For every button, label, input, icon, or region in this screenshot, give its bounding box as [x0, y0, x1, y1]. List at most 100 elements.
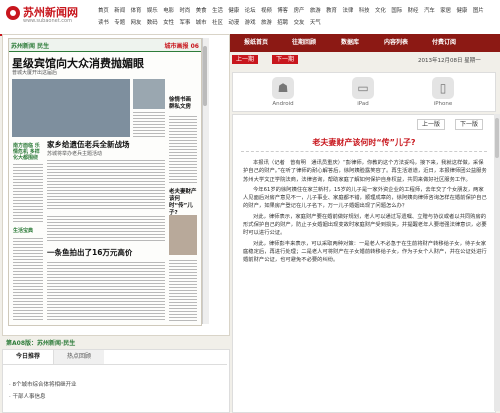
list-item[interactable]: · 干部人事信息	[9, 392, 46, 400]
nav-link[interactable]: 财经	[408, 7, 419, 15]
nav-link[interactable]: 汽车	[424, 7, 435, 15]
article-paragraph: 对此，律师彭丰来表示，可以采取两种对策：一是老人不必急于在生前将财产转移给子女，…	[243, 240, 487, 264]
article-title: 老夫妻财产该何时“传”儿子?	[312, 138, 416, 147]
paper-headline-two[interactable]: 家乡给遗伍老兵全新战场	[47, 139, 130, 150]
tab-paid-subscription[interactable]: 付费订阅	[422, 34, 466, 52]
nav-link[interactable]: 时尚	[179, 7, 190, 15]
list-item[interactable]: · 8个城市综合体将相继开业	[9, 380, 77, 388]
paper-headline-three[interactable]: 一条鱼拍出了16万元高价	[47, 247, 132, 258]
paper-headline-center[interactable]: 老夫妻财产该何时“传”儿子?	[169, 189, 197, 217]
next-page-button[interactable]: 下一版	[455, 119, 484, 130]
tab-divider	[3, 364, 227, 365]
paper-subhead: 普城大厦开出这届后	[12, 70, 58, 76]
app-ipad[interactable]: ▭ iPad	[333, 77, 393, 107]
tab-hot-review[interactable]: 热点回顾	[54, 350, 104, 364]
nav-link[interactable]: 生活	[212, 7, 223, 15]
article-paragraph: 今年61岁的徐阿姨住在家兰新村，15岁的儿子是一家外资企业的工程师，去年交了个女…	[243, 186, 487, 210]
nav-link[interactable]: 图片	[473, 7, 484, 15]
iphone-icon: ▯	[432, 77, 454, 99]
nav-link[interactable]: 国际	[391, 7, 402, 15]
page-caption-text: 第A08版：苏州新闻·民生	[6, 340, 76, 347]
tab-content-list[interactable]: 内容列表	[374, 34, 418, 52]
nav-link[interactable]: 健康	[228, 7, 239, 15]
nav-link[interactable]: 城市	[196, 19, 207, 27]
recommend-panel: 今日推荐 热点回顾 · 8个城市综合体将相继开业 · 干部人事信息	[2, 349, 230, 413]
nav-link[interactable]: 旅游	[261, 19, 272, 27]
nav-link[interactable]: 天气	[310, 19, 321, 27]
paper-left-column-head[interactable]: 南方面临 乐情危机 多样化大都围绕	[13, 143, 43, 161]
article-body: 本报讯（记者 曾有明 通讯员重庆）“彭律师，你教的这个方法妥吗，接下来，我就这样…	[243, 159, 487, 411]
nav-link[interactable]: 法律	[342, 7, 353, 15]
paper-headline-right[interactable]: 徐情书画 群私文房	[169, 97, 197, 111]
top-navigation: 首页 新闻 体育 娱乐 电影 时尚 美食 生活 健康 论坛 视频 博客 房产 旅游 教育 法律 科技 文化 国际 财经…	[98, 7, 498, 27]
tab-newspaper-home[interactable]: 报纸首页	[234, 34, 278, 52]
prev-page-button[interactable]: 上一版	[417, 119, 446, 130]
nav-link[interactable]: 健康	[457, 7, 468, 15]
article-paragraph: 对此，律师表示，家庭财产要在婚前做好规划，老人可以通过写遗嘱、立赠与协议或者以共…	[243, 213, 487, 237]
nav-link[interactable]: 新闻	[114, 7, 125, 15]
paper-text-block	[169, 259, 197, 321]
paper-text-block	[133, 111, 165, 137]
paper-left-column-head-2: 生活宝典	[13, 228, 34, 234]
nav-link[interactable]: 美食	[196, 7, 207, 15]
newspaper-page-image[interactable]: 苏州新闻 民生 城市画报 06 星级宾馆向大众消费抛媚眼 普城大厦开出这届后 徐…	[8, 38, 202, 326]
paper-photo-building	[12, 79, 130, 137]
nav-link[interactable]: 网友	[131, 19, 142, 27]
article-scrollbar[interactable]	[494, 114, 500, 411]
nav-link[interactable]: 动漫	[228, 19, 239, 27]
article-panel: 上一版 下一版 老夫妻财产该何时“传”儿子? 本报讯（记者 曾有明 通讯员重庆）…	[232, 114, 496, 413]
nav-link[interactable]: 科技	[359, 7, 370, 15]
nav-link[interactable]: 博客	[277, 7, 288, 15]
paper-section-label: 苏州新闻 民生	[11, 43, 50, 50]
next-issue-button[interactable]: 下一期	[272, 55, 299, 64]
nav-link[interactable]: 房产	[294, 7, 305, 15]
nav-link[interactable]: 旅游	[310, 7, 321, 15]
nav-link[interactable]: 读书	[98, 19, 109, 27]
app-download-bar: ☗ Android ▭ iPad ▯ iPhone	[232, 72, 496, 112]
nav-link[interactable]: 游戏	[245, 19, 256, 27]
paper-page-number: 城市画报 06	[164, 43, 199, 50]
paper-text-block	[169, 115, 197, 185]
nav-link[interactable]: 专题	[114, 19, 125, 27]
tab-database[interactable]: 数据库	[330, 34, 370, 52]
nav-link[interactable]: 女性	[163, 19, 174, 27]
nav-link[interactable]: 家居	[440, 7, 451, 15]
nav-link[interactable]: 交友	[294, 19, 305, 27]
paper-text-block	[13, 163, 43, 223]
prev-issue-button[interactable]: 上一期	[232, 55, 259, 64]
nav-link[interactable]: 教育	[326, 7, 337, 15]
nav-link[interactable]: 招聘	[277, 19, 288, 27]
nav-link[interactable]: 军事	[179, 19, 190, 27]
nav-link[interactable]: 首页	[98, 7, 109, 15]
nav-link[interactable]: 文化	[375, 7, 386, 15]
app-android[interactable]: ☗ Android	[253, 77, 313, 107]
paper-text-block	[13, 237, 43, 321]
nav-link[interactable]: 体育	[131, 7, 142, 15]
paper-scrollbar-thumb[interactable]	[203, 46, 207, 106]
paper-text-block	[47, 159, 165, 211]
article-scrollbar-thumb[interactable]	[495, 118, 499, 158]
paper-text-block	[47, 215, 165, 243]
paper-masthead: 苏州新闻 民生 城市画报 06	[9, 39, 201, 52]
page-caption: 第A08版：苏州新闻·民生	[2, 336, 228, 348]
site-logo[interactable]: 苏州新闻网 www.subaonet.com	[6, 4, 86, 28]
tab-today-recommend[interactable]: 今日推荐	[3, 350, 54, 364]
nav-link[interactable]: 电影	[163, 7, 174, 15]
nav-link[interactable]: 社区	[212, 19, 223, 27]
nav-link[interactable]: 论坛	[245, 7, 256, 15]
paper-text-block	[47, 261, 165, 321]
article-paragraph: 本报讯（记者 曾有明 通讯员重庆）“彭律师，你教的这个方法妥吗，接下来，我就这样…	[243, 160, 487, 183]
app-iphone[interactable]: ▯ iPhone	[413, 77, 473, 107]
paper-photo-small	[133, 79, 165, 109]
android-icon: ☗	[272, 77, 294, 99]
nav-link[interactable]: 娱乐	[147, 7, 158, 15]
logo-mark-icon	[6, 6, 20, 20]
tab-past-issues[interactable]: 往期回顾	[282, 34, 326, 52]
site-header: 苏州新闻网 www.subaonet.com 首页 新闻 体育 娱乐 电影 时尚 美食 生活健…	[0, 0, 500, 36]
nav-link[interactable]: 数码	[147, 19, 158, 27]
nav-link[interactable]: 视频	[261, 7, 272, 15]
ipad-icon: ▭	[352, 77, 374, 99]
paper-photo-portrait	[169, 215, 197, 255]
paper-headline-two-sub: 苏城将举办老兵主题活动	[47, 151, 103, 157]
newspaper-toolbar: 报纸首页 往期回顾 数据库 内容列表 付费订阅	[230, 34, 500, 52]
